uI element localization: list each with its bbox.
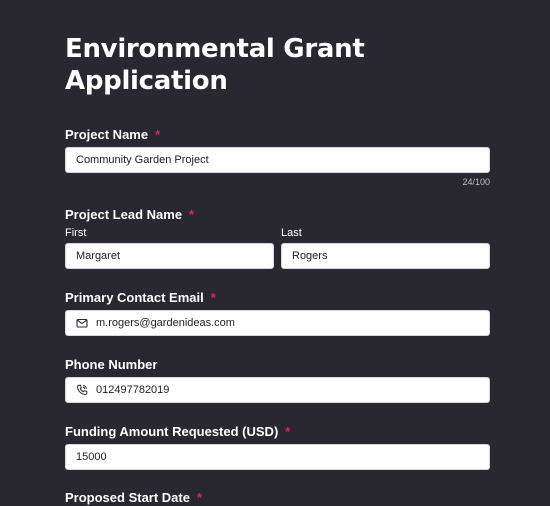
phone-field[interactable]: 012497782019 bbox=[65, 377, 490, 403]
last-name-input[interactable]: Rogers bbox=[281, 243, 490, 269]
phone-icon bbox=[76, 384, 88, 396]
required-indicator: * bbox=[196, 490, 203, 505]
funding-amount-input[interactable]: 15000 bbox=[65, 444, 490, 470]
project-name-label: Project Name * bbox=[65, 127, 160, 143]
start-date-label-text: Proposed Start Date bbox=[65, 490, 190, 505]
project-name-value: Community Garden Project bbox=[76, 154, 209, 166]
funding-label: Funding Amount Requested (USD) * bbox=[65, 424, 290, 440]
funding-label-text: Funding Amount Requested (USD) bbox=[65, 424, 279, 439]
required-indicator: * bbox=[155, 127, 161, 142]
email-field[interactable]: m.rogers@gardenideas.com bbox=[65, 310, 490, 336]
project-lead-label: Project Lead Name * bbox=[65, 207, 194, 223]
required-indicator: * bbox=[210, 290, 216, 305]
envelope-icon bbox=[76, 317, 88, 329]
last-name-label: Last bbox=[281, 227, 302, 239]
first-name-value: Margaret bbox=[76, 250, 121, 262]
email-label: Primary Contact Email * bbox=[65, 290, 216, 306]
required-indicator: * bbox=[189, 207, 195, 222]
first-name-label: First bbox=[65, 227, 87, 239]
project-lead-label-text: Project Lead Name bbox=[65, 207, 183, 222]
phone-value: 012497782019 bbox=[96, 384, 170, 396]
phone-label: Phone Number bbox=[65, 357, 158, 372]
page-title: Environmental Grant Application bbox=[65, 34, 365, 96]
project-name-input[interactable]: Community Garden Project bbox=[65, 147, 490, 173]
required-indicator: * bbox=[285, 424, 291, 439]
project-name-char-counter: 24/100 bbox=[462, 177, 490, 187]
last-name-value: Rogers bbox=[292, 250, 328, 262]
project-name-label-text: Project Name bbox=[65, 127, 149, 142]
email-label-text: Primary Contact Email bbox=[65, 290, 204, 305]
email-value: m.rogers@gardenideas.com bbox=[96, 317, 235, 329]
funding-value: 15000 bbox=[76, 451, 107, 463]
start-date-label: Proposed Start Date * bbox=[65, 490, 202, 506]
first-name-input[interactable]: Margaret bbox=[65, 243, 274, 269]
